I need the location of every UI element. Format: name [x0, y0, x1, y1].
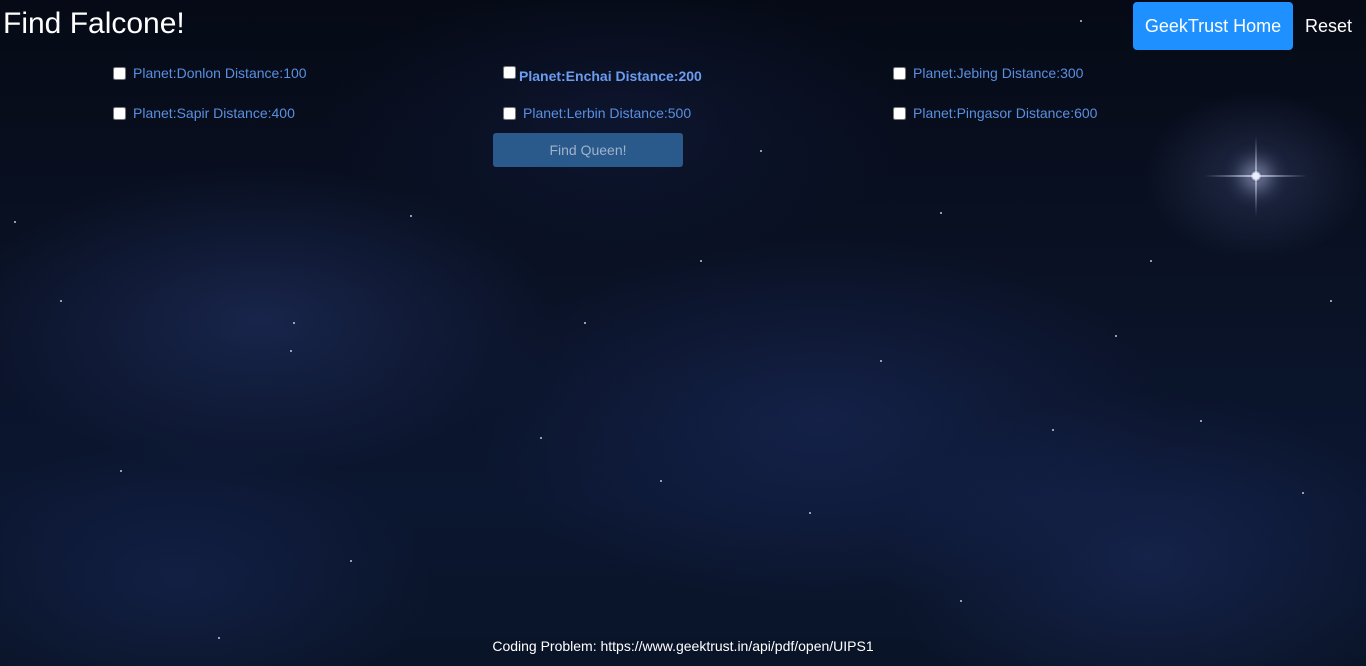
coding-problem-footer: Coding Problem: https://www.geektrust.in… — [492, 638, 874, 654]
planet-option-sapir[interactable]: Planet:Sapir Distance:400 — [113, 105, 295, 121]
planet-checkbox-donlon[interactable] — [113, 66, 126, 80]
planet-option-pingasor[interactable]: Planet:Pingasor Distance:600 — [893, 105, 1097, 121]
planet-checkbox-jebing[interactable] — [893, 66, 906, 80]
reset-link[interactable]: Reset — [1305, 16, 1352, 37]
page-title: Find Falcone! — [3, 7, 185, 40]
planet-checkbox-pingasor[interactable] — [893, 106, 906, 120]
planet-label: Planet:Enchai Distance:200 — [519, 68, 702, 84]
planet-option-donlon[interactable]: Planet:Donlon Distance:100 — [113, 65, 307, 81]
planet-label: Planet:Pingasor Distance:600 — [913, 105, 1098, 121]
planet-label: Planet:Jebing Distance:300 — [913, 65, 1084, 81]
planet-label: Planet:Donlon Distance:100 — [133, 65, 307, 81]
planet-option-enchai[interactable]: Planet:Enchai Distance:200 — [503, 65, 702, 84]
planet-checkbox-lerbin[interactable] — [503, 106, 516, 120]
find-queen-button[interactable]: Find Queen! — [493, 133, 683, 167]
planet-option-lerbin[interactable]: Planet:Lerbin Distance:500 — [503, 105, 691, 121]
planet-label: Planet:Lerbin Distance:500 — [523, 105, 692, 121]
planet-checkbox-sapir[interactable] — [113, 106, 126, 120]
planet-checkbox-enchai[interactable] — [503, 65, 516, 79]
space-background — [0, 0, 1366, 666]
planet-option-jebing[interactable]: Planet:Jebing Distance:300 — [893, 65, 1083, 81]
planet-label: Planet:Sapir Distance:400 — [133, 105, 295, 121]
geektrust-home-button[interactable]: GeekTrust Home — [1133, 2, 1293, 50]
